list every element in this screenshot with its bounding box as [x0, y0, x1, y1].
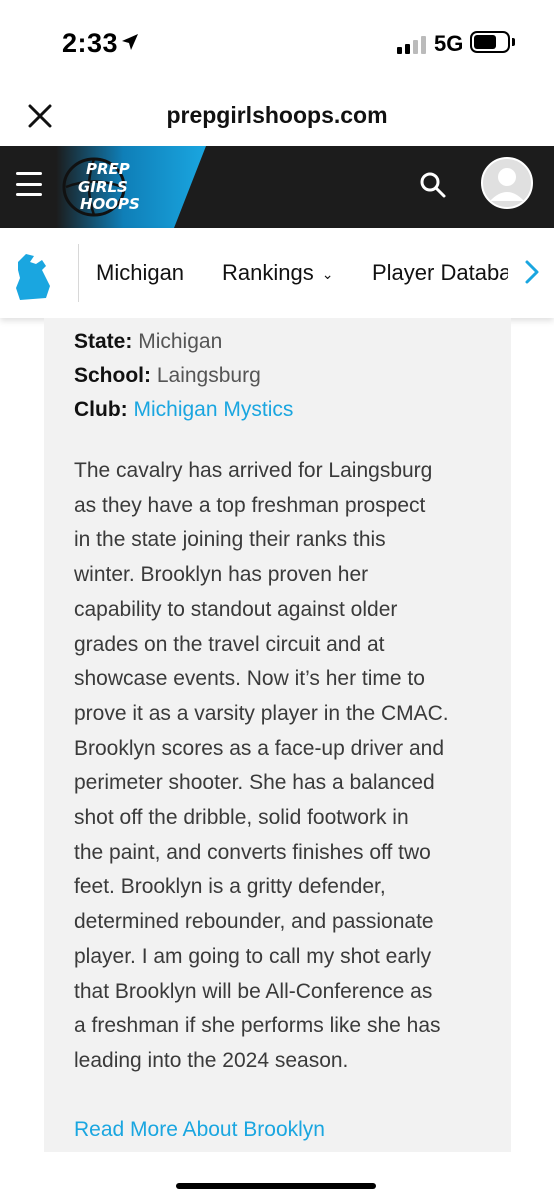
- subnav-item-michigan[interactable]: Michigan: [96, 260, 184, 286]
- network-label: 5G: [434, 31, 464, 56]
- bio-line: showcase events. Now it’s her time to: [74, 667, 425, 691]
- bio-line: that Brooklyn will be All-Conference as: [74, 979, 433, 1003]
- subnav-item-rankings[interactable]: Rankings ⌄: [222, 260, 333, 286]
- status-bar: 2:33 5G: [0, 0, 554, 88]
- battery-nub: [512, 38, 515, 46]
- chevron-down-icon: ⌄: [321, 265, 334, 282]
- bio-line: capability to standout against older: [74, 597, 398, 621]
- site-header: PREP GIRLS HOOPS: [0, 146, 554, 228]
- search-icon[interactable]: [418, 170, 448, 200]
- home-indicator[interactable]: [176, 1183, 376, 1189]
- bio-line: The cavalry has arrived for Laingsburg: [74, 459, 433, 482]
- player-bio: The cavalry has arrived for Laingsburg a…: [74, 454, 494, 1079]
- subnav-item-label: Michigan: [96, 260, 185, 285]
- school-row: School: Laingsburg: [74, 364, 261, 388]
- bio-line: the paint, and converts finishes off two: [74, 840, 431, 864]
- bio-line: in the state joining their ranks this: [74, 528, 386, 552]
- chevron-right-icon[interactable]: [522, 258, 542, 286]
- bio-line: leading into the 2024 season.: [74, 1048, 349, 1072]
- bio-line: perimeter shooter. She has a balanced: [74, 771, 435, 795]
- logo-line3: HOOPS: [80, 195, 140, 213]
- subnav-divider: [78, 244, 79, 302]
- school-value: Laingsburg: [156, 364, 261, 387]
- logo-line2: GIRLS: [78, 178, 128, 196]
- subnav-item-label: Player Databa: [372, 260, 508, 285]
- bio-line: player. I am going to call my shot early: [74, 944, 432, 968]
- bio-line: winter. Brooklyn has proven her: [74, 563, 369, 587]
- state-value: Michigan: [138, 330, 223, 353]
- bottom-safe-area: [0, 1152, 554, 1200]
- bio-line: prove it as a varsity player in the CMAC…: [74, 701, 449, 725]
- michigan-state-icon[interactable]: [12, 248, 56, 302]
- subnav-item-player-database[interactable]: Player Databa: [372, 260, 508, 286]
- club-label: Club:: [74, 398, 128, 421]
- avatar-icon[interactable]: [481, 157, 533, 209]
- status-time: 2:33: [62, 28, 119, 58]
- menu-icon[interactable]: [16, 172, 42, 196]
- bio-line: grades on the travel circuit and at: [74, 632, 385, 656]
- sub-navigation: Michigan Rankings ⌄ Player Databa: [0, 228, 554, 318]
- url-text[interactable]: prepgirlshoops.com: [0, 102, 554, 129]
- battery-icon: [470, 31, 510, 53]
- browser-url-bar: prepgirlshoops.com: [0, 88, 554, 146]
- bio-line: feet. Brooklyn is a gritty defender,: [74, 875, 386, 899]
- signal-icon: [397, 36, 426, 54]
- bio-line: a freshman if she performs like she has: [74, 1014, 441, 1038]
- school-label: School:: [74, 364, 151, 387]
- subnav-item-label: Rankings: [222, 260, 314, 285]
- subnav-scroll-right[interactable]: [508, 228, 554, 318]
- bio-line: shot off the dribble, solid footwork in: [74, 806, 409, 830]
- logo-line1: PREP: [86, 160, 130, 178]
- bio-line: as they have a top freshman prospect: [74, 493, 426, 517]
- bio-line: Brooklyn scores as a face-up driver and: [74, 736, 445, 760]
- read-more-link[interactable]: Read More About Brooklyn: [74, 1118, 325, 1142]
- subnav-items: Michigan Rankings ⌄ Player Databa: [96, 228, 508, 318]
- state-label: State:: [74, 330, 133, 353]
- location-arrow-icon: [122, 34, 138, 50]
- bio-line: determined rebounder, and passionate: [74, 910, 434, 934]
- club-row: Club: Michigan Mystics: [74, 398, 293, 422]
- club-link[interactable]: Michigan Mystics: [134, 398, 294, 421]
- site-logo[interactable]: PREP GIRLS HOOPS: [56, 146, 206, 228]
- state-row: State: Michigan: [74, 330, 222, 354]
